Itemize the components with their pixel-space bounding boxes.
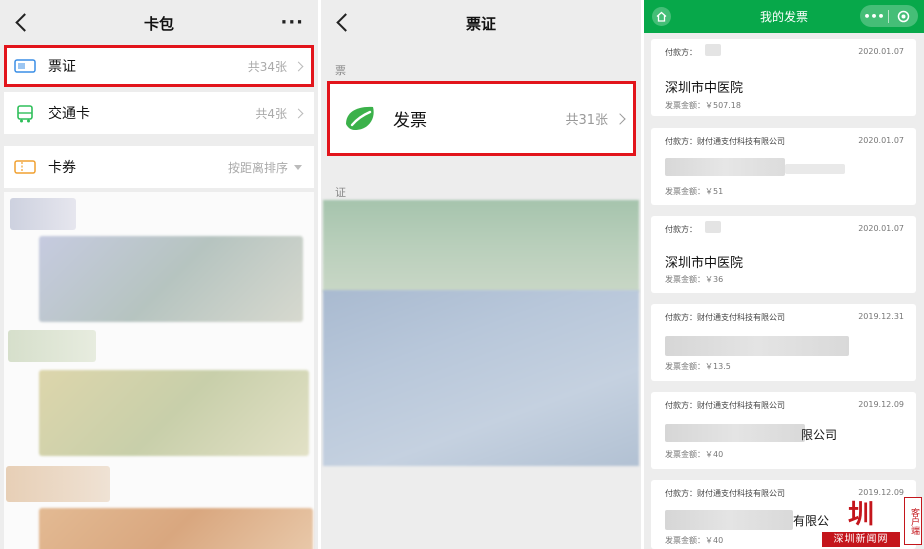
- invoice-date: 2020.01.07: [858, 224, 904, 233]
- blurred-card-header: [10, 198, 76, 230]
- blurred-card[interactable]: [39, 236, 303, 322]
- redacted-block: [705, 44, 721, 56]
- redacted-block: [785, 164, 845, 174]
- invoice-row[interactable]: 发票 共31张: [327, 81, 636, 156]
- bus-icon: [14, 105, 36, 123]
- more-icon[interactable]: •••: [860, 9, 889, 23]
- blurred-card-header: [6, 466, 110, 502]
- payer-text: 付款方：财付通支付科技有限公司: [665, 313, 785, 322]
- capsule-menu[interactable]: •••: [860, 5, 918, 27]
- page-title: 我的发票: [759, 10, 808, 24]
- invoice-title: 深圳市中医院: [665, 256, 744, 271]
- invoice-card[interactable]: 付款方：财付通支付科技有限公司 2019.12.31 发票金额：￥13.5: [651, 304, 916, 381]
- payer-text: 付款方：财付通支付科技有限公司: [665, 489, 785, 498]
- invoice-card[interactable]: 付款方：财付通支付科技有限公司 2020.01.07 发票金额：￥51: [651, 128, 916, 205]
- invoice-date: 2019.12.31: [858, 312, 904, 321]
- payer-text: 付款方：财付通支付科技有限公司: [665, 137, 785, 146]
- invoice-card[interactable]: 付款方：财付通支付科技有限公司 2019.12.09 限公司 发票金额：￥40: [651, 392, 916, 469]
- invoice-date: 2019.12.09: [858, 488, 904, 497]
- invoice-card[interactable]: 付款方： 2020.01.07 深圳市中医院 发票金额：￥507.18: [651, 39, 916, 116]
- card-wallet-screen: 卡包 ··· 票证 共34张 交通卡 共4张 卡券 按距离排序: [0, 0, 318, 549]
- payer-text: 付款方：: [665, 48, 697, 57]
- home-icon[interactable]: [652, 7, 671, 26]
- transit-card-row[interactable]: 交通卡 共4张: [4, 92, 314, 134]
- nav-bar: 票证: [321, 0, 641, 46]
- chevron-right-icon: [293, 61, 304, 71]
- row-label: 卡券: [48, 160, 76, 176]
- chevron-right-icon: [293, 108, 304, 118]
- coupons-row[interactable]: 卡券 按距离排序: [4, 146, 314, 188]
- row-label: 票证: [48, 59, 76, 75]
- page-title: 卡包: [143, 14, 174, 33]
- tickets-certificates-row[interactable]: 票证 共34张: [4, 45, 314, 87]
- logo-mark: 圳: [847, 500, 874, 530]
- invoice-title: 限公司: [801, 428, 838, 442]
- row-label: 交通卡: [48, 106, 90, 122]
- chevron-right-icon: [614, 112, 626, 125]
- invoice-leaf-icon: [343, 104, 381, 134]
- invoice-date: 2019.12.09: [858, 400, 904, 409]
- redacted-block: [665, 158, 785, 176]
- back-icon[interactable]: [333, 11, 355, 33]
- my-invoices-screen: 我的发票 ••• 付款方： 2020.01.07 深圳市中医院 发票金额：￥50…: [644, 0, 924, 549]
- logo-subtitle: 深圳新闻网: [822, 532, 900, 547]
- more-icon[interactable]: ···: [280, 12, 304, 33]
- section-label-certificate: 证: [335, 186, 346, 199]
- redacted-block: [665, 424, 805, 442]
- invoice-amount: 发票金额：￥40: [665, 536, 724, 545]
- row-count: 共34张: [247, 59, 287, 74]
- tickets-certificates-screen: 票证 票 发票 共31张 证: [321, 0, 641, 549]
- invoice-amount: 发票金额：￥40: [665, 450, 724, 459]
- page-title: 票证: [465, 14, 496, 33]
- section-label-ticket: 票: [335, 64, 346, 77]
- invoice-amount: 发票金额：￥36: [665, 275, 724, 284]
- logo-vertical-tag: 客户端: [904, 497, 922, 545]
- shenzhen-news-logo: 圳 深圳新闻网 客户端: [822, 497, 922, 547]
- invoice-date: 2020.01.07: [858, 136, 904, 145]
- coupon-icon: [14, 159, 36, 175]
- card-list: [4, 192, 314, 549]
- sort-label[interactable]: 按距离排序: [228, 159, 288, 176]
- payer-text: 付款方：: [665, 225, 697, 234]
- row-count: 共4张: [255, 106, 287, 121]
- close-target-icon[interactable]: [889, 10, 918, 23]
- invoice-card[interactable]: 付款方： 2020.01.07 深圳市中医院 发票金额：￥36: [651, 216, 916, 293]
- blurred-card[interactable]: [39, 508, 313, 549]
- invoice-amount: 发票金额：￥507.18: [665, 101, 741, 110]
- payer-text: 付款方：财付通支付科技有限公司: [665, 401, 785, 410]
- redacted-block: [665, 336, 849, 356]
- invoice-date: 2020.01.07: [858, 47, 904, 56]
- invoice-title: 深圳市中医院: [665, 81, 744, 96]
- mini-program-nav: 我的发票 •••: [644, 0, 924, 33]
- nav-bar: 卡包 ···: [0, 0, 318, 46]
- ticket-icon: [14, 58, 36, 74]
- blurred-certificate-card[interactable]: [323, 200, 639, 292]
- chevron-down-icon: [294, 164, 302, 170]
- back-icon[interactable]: [12, 11, 34, 33]
- blurred-card-header: [8, 330, 96, 362]
- invoice-count: 共31张: [565, 113, 608, 128]
- blurred-card[interactable]: [39, 370, 309, 456]
- blurred-certificate-card[interactable]: [323, 290, 639, 466]
- invoice-amount: 发票金额：￥51: [665, 187, 724, 196]
- redacted-block: [665, 510, 793, 530]
- invoice-label: 发票: [393, 111, 427, 131]
- invoice-amount: 发票金额：￥13.5: [665, 362, 731, 371]
- redacted-block: [705, 221, 721, 233]
